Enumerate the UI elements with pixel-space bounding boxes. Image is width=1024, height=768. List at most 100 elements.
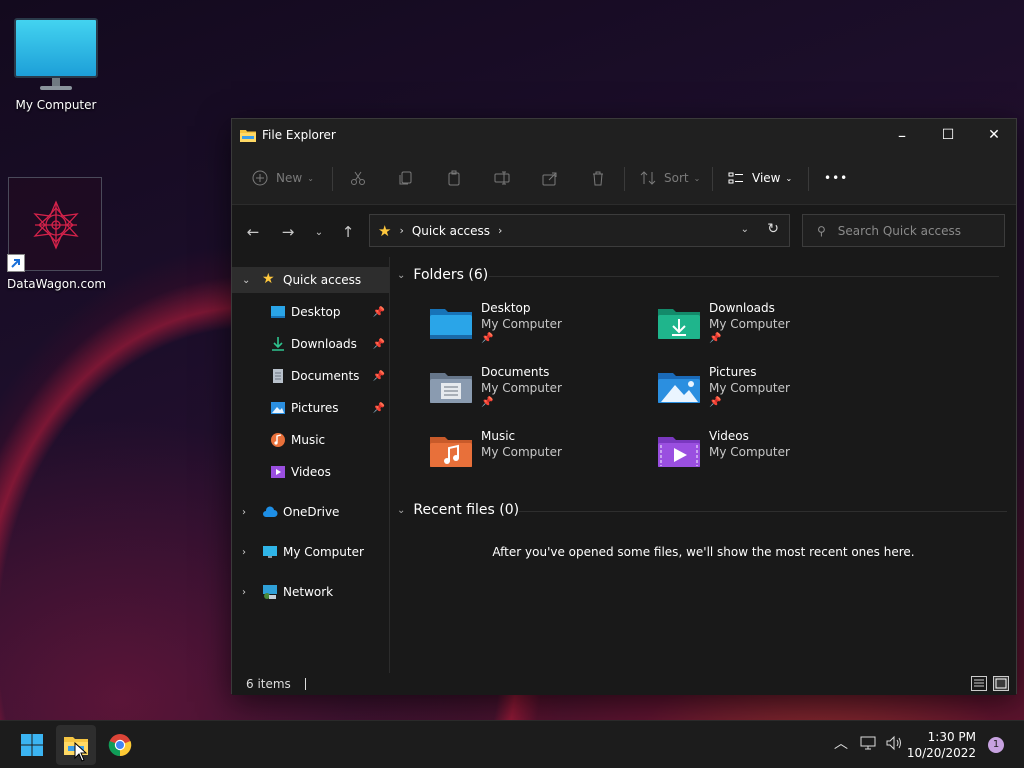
cut-button[interactable] — [350, 163, 366, 193]
up-button[interactable]: ↑ — [337, 221, 359, 243]
sort-label: Sort — [664, 171, 689, 185]
pin-icon: 📌 — [709, 397, 722, 408]
nav-item-onedrive[interactable]: › OneDrive — [232, 499, 389, 525]
nav-item-label: Downloads — [291, 337, 357, 351]
star-icon: ★ — [378, 221, 392, 240]
nav-item-music[interactable]: Music — [232, 427, 389, 453]
chevron-right-icon[interactable]: › — [242, 587, 246, 598]
search-input[interactable]: ⚲ Search Quick access — [802, 214, 1005, 247]
breadcrumb-quick-access[interactable]: Quick access — [412, 224, 490, 238]
desktop-folder-icon — [430, 309, 472, 339]
mouse-cursor-icon — [74, 742, 88, 762]
nav-item-network[interactable]: › Network — [232, 579, 389, 605]
chevron-down-icon[interactable]: ⌄ — [242, 275, 250, 286]
chevron-right-icon: › — [399, 224, 404, 237]
rename-button[interactable] — [494, 163, 510, 193]
start-button[interactable] — [12, 725, 52, 765]
taskbar-chrome[interactable] — [100, 725, 140, 765]
copy-button[interactable] — [398, 163, 414, 193]
nav-item-label: My Computer — [283, 545, 364, 559]
more-options-button[interactable]: ••• — [824, 163, 848, 193]
share-button[interactable] — [542, 163, 558, 193]
folder-tile-music[interactable]: Music My Computer — [429, 429, 649, 485]
folder-icon — [240, 130, 256, 142]
recent-locations-button[interactable]: ⌄ — [308, 221, 330, 243]
documents-folder-icon — [430, 373, 472, 403]
navigation-pane: ⌄ ★ Quick access Desktop 📌 Downloads 📌 D… — [232, 257, 390, 673]
nav-item-label: Music — [291, 433, 326, 447]
pin-icon[interactable]: 📌 — [373, 307, 385, 318]
search-icon: ⚲ — [817, 223, 826, 238]
delete-button[interactable] — [590, 163, 606, 193]
delete-icon — [593, 171, 603, 186]
volume-icon[interactable] — [885, 735, 903, 755]
address-dropdown-button[interactable]: ⌄ — [741, 224, 749, 235]
desktop-icon-my-computer[interactable]: My Computer — [8, 18, 104, 112]
close-button[interactable]: ✕ — [971, 119, 1017, 151]
copy-icon — [399, 171, 412, 185]
videos-icon — [271, 466, 285, 478]
new-button[interactable]: New ⌄ — [252, 163, 314, 193]
view-icon — [728, 172, 743, 184]
refresh-button[interactable]: ↻ — [767, 221, 779, 237]
nav-item-quick-access[interactable]: ⌄ ★ Quick access — [232, 267, 389, 293]
folder-tile-pictures[interactable]: Pictures My Computer 📌 — [657, 365, 877, 421]
nav-item-pictures[interactable]: Pictures 📌 — [232, 395, 389, 421]
paste-button[interactable] — [446, 163, 462, 193]
folder-tile-desktop[interactable]: Desktop My Computer 📌 — [429, 301, 649, 357]
back-button[interactable]: ← — [242, 221, 264, 243]
recent-header-label: Recent files (0) — [413, 502, 520, 518]
details-view-button[interactable] — [971, 676, 987, 691]
clock[interactable]: 1:30 PM 10/20/2022 — [907, 729, 976, 761]
folder-location: My Computer — [709, 381, 790, 395]
recent-files-section-header[interactable]: ⌄ Recent files (0) — [397, 502, 1007, 518]
folder-location: My Computer — [481, 445, 562, 459]
show-hidden-icons-button[interactable]: ︿ — [834, 733, 848, 753]
tiles-view-button[interactable] — [993, 676, 1009, 691]
paste-icon — [448, 170, 460, 186]
folder-name: Videos — [709, 429, 749, 443]
folder-name: Music — [481, 429, 516, 443]
nav-item-desktop[interactable]: Desktop 📌 — [232, 299, 389, 325]
folder-location: My Computer — [709, 317, 790, 331]
pin-icon[interactable]: 📌 — [373, 403, 385, 414]
desktop-icon-datawagon[interactable]: DataWagon.com — [7, 177, 106, 291]
pictures-icon — [271, 402, 285, 414]
chevron-right-icon[interactable]: › — [242, 547, 246, 558]
monitor-icon — [14, 18, 98, 92]
share-icon — [542, 172, 557, 186]
plus-circle-icon — [252, 170, 268, 186]
nav-item-videos[interactable]: Videos — [232, 459, 389, 485]
folder-tile-downloads[interactable]: Downloads My Computer 📌 — [657, 301, 877, 357]
folder-tile-documents[interactable]: Documents My Computer 📌 — [429, 365, 649, 421]
pin-icon[interactable]: 📌 — [373, 371, 385, 382]
notification-badge[interactable]: 1 — [988, 737, 1004, 753]
folders-section-header[interactable]: ⌄ Folders (6) — [397, 267, 999, 283]
folder-location: My Computer — [481, 381, 562, 395]
window-title: File Explorer — [262, 128, 336, 142]
sort-button[interactable]: Sort ⌄ — [640, 163, 700, 193]
forward-button[interactable]: → — [277, 221, 299, 243]
tiles-view-icon — [995, 678, 1007, 689]
cut-icon — [351, 171, 365, 185]
view-button[interactable]: View ⌄ — [728, 163, 792, 193]
folder-tile-videos[interactable]: Videos My Computer — [657, 429, 877, 485]
details-view-icon — [974, 679, 984, 687]
title-bar[interactable]: File Explorer – ☐ ✕ — [232, 119, 1016, 151]
downloads-folder-icon — [658, 309, 700, 339]
address-bar[interactable]: ★ › Quick access › ⌄ ↻ — [369, 214, 790, 247]
folder-location: My Computer — [709, 445, 790, 459]
nav-item-documents[interactable]: Documents 📌 — [232, 363, 389, 389]
nav-item-downloads[interactable]: Downloads 📌 — [232, 331, 389, 357]
pin-icon[interactable]: 📌 — [373, 339, 385, 350]
chevron-right-icon[interactable]: › — [498, 224, 502, 237]
folder-name: Pictures — [709, 365, 757, 379]
nav-item-my-computer[interactable]: › My Computer — [232, 539, 389, 565]
chevron-right-icon[interactable]: › — [242, 507, 246, 518]
minimize-button[interactable]: – — [879, 119, 925, 151]
windows-logo-icon — [21, 734, 43, 756]
maximize-button[interactable]: ☐ — [925, 119, 971, 151]
pin-icon: 📌 — [481, 333, 494, 344]
network-status-icon[interactable] — [860, 735, 878, 755]
sort-icon — [640, 171, 656, 185]
